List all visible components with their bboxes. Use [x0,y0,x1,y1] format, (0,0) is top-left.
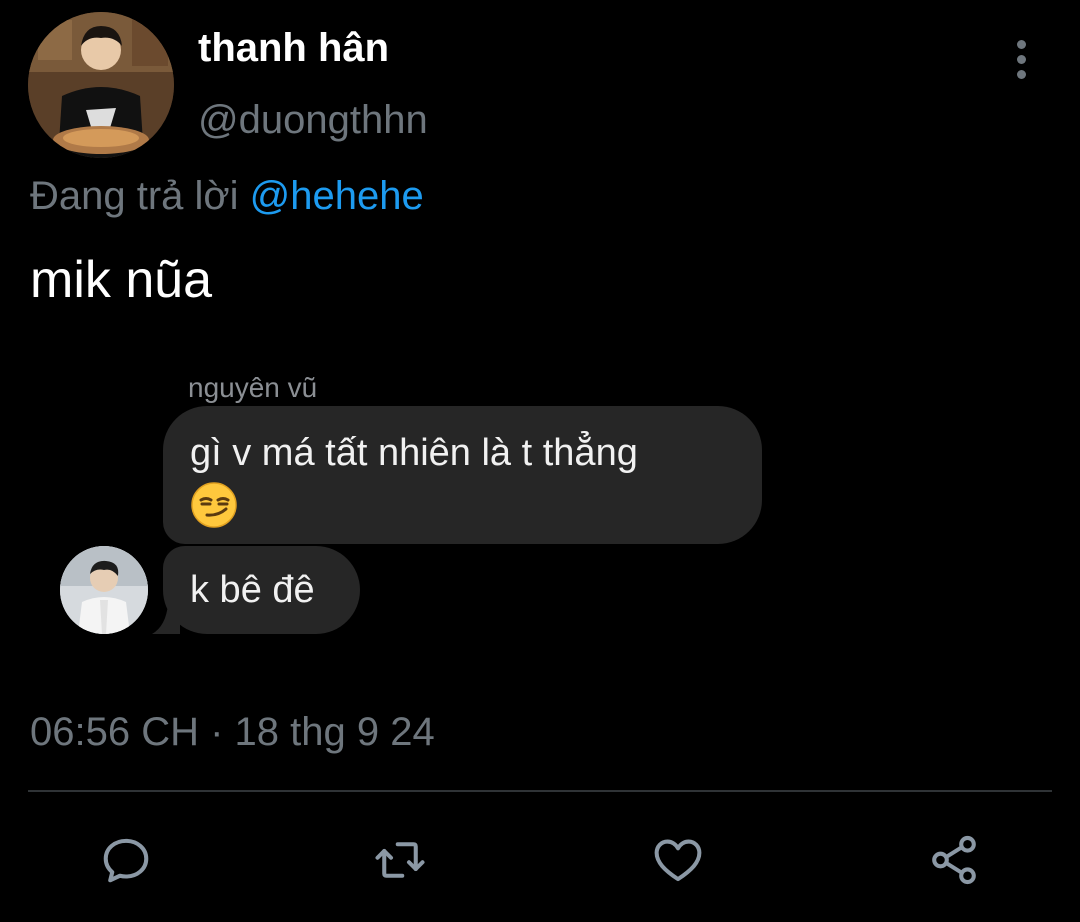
more-dot-icon [1016,69,1026,79]
more-dot-icon [1016,54,1026,64]
more-dot-icon [1016,39,1026,49]
replying-to-mention[interactable]: @hehehe [250,174,424,218]
divider [28,790,1052,792]
like-button[interactable] [648,830,708,890]
retweet-icon [375,842,425,878]
tweet-detail: thanh hân @duongthhn Đang trả lời @heheh… [0,0,1080,922]
chat-message-bubble: k bê đê [163,546,360,634]
more-options-button[interactable] [1000,38,1042,80]
share-icon [932,835,976,885]
smirking-face-icon [191,482,237,528]
chat-message-text: k bê đê [190,569,315,611]
speech-bubble-icon [103,838,149,883]
tweet-timestamp[interactable]: 06:56 CH · 18 thg 9 24 [30,710,435,755]
tweet-text: mik nũa [30,251,213,309]
heart-icon [654,839,702,882]
retweet-button[interactable] [370,830,430,890]
chat-sender-name: nguyên vũ [188,372,318,403]
share-button[interactable] [924,830,984,890]
chat-message-bubble: gì v má tất nhiên là t thẳng [163,406,762,544]
replying-to-label: Đang trả lời [30,174,239,218]
replying-to-line: Đang trả lời @hehehe [30,174,424,219]
author-handle[interactable]: @duongthhn [198,98,428,143]
reply-button[interactable] [96,830,156,890]
author-avatar[interactable] [28,12,174,158]
chat-message-text: gì v má tất nhiên là t thẳng [190,432,638,474]
bubble-tail-icon [152,604,180,634]
author-display-name[interactable]: thanh hân [198,26,389,71]
chat-sender-avatar [60,546,148,634]
